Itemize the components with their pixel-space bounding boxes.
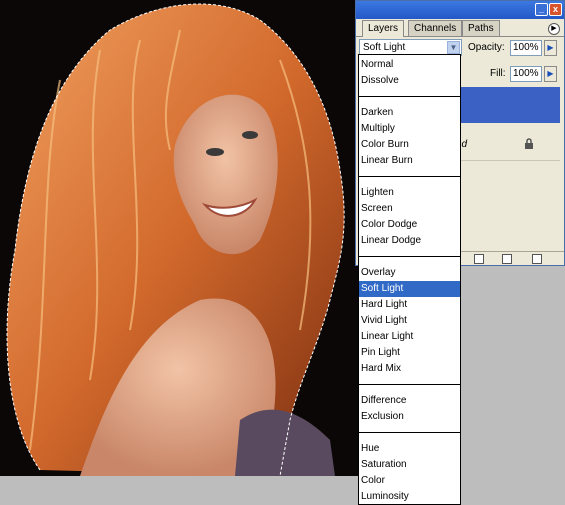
dropdown-separator (359, 256, 460, 257)
blend-mode-option[interactable]: Screen (359, 201, 460, 217)
blend-mode-option[interactable]: Lighten (359, 185, 460, 201)
blend-mode-option[interactable]: Luminosity (359, 489, 460, 504)
layer-row[interactable] (460, 125, 560, 161)
image-canvas[interactable] (0, 0, 358, 476)
tab-layers[interactable]: Layers (362, 20, 405, 37)
blend-mode-dropdown-list: Normal Dissolve Darken Multiply Color Burn Li… (358, 54, 461, 505)
fill-label: Fill: (490, 68, 506, 79)
folder-icon[interactable] (474, 254, 484, 264)
blend-mode-option[interactable]: Color Dodge (359, 217, 460, 233)
opacity-slider-arrow-icon[interactable]: ▶ (544, 40, 557, 56)
blend-mode-option[interactable]: Color Burn (359, 137, 460, 153)
blend-mode-option[interactable]: Hard Mix (359, 361, 460, 377)
dropdown-separator (359, 96, 460, 97)
fill-field[interactable]: 100% (510, 66, 542, 82)
dropdown-separator (359, 176, 460, 177)
blend-mode-option[interactable]: Saturation (359, 457, 460, 473)
blend-mode-option[interactable]: Linear Light (359, 329, 460, 345)
tab-paths[interactable]: Paths (462, 20, 500, 36)
new-layer-icon[interactable] (502, 254, 512, 264)
portrait-photo (0, 0, 358, 476)
lock-icon (525, 138, 533, 149)
palette-footer (460, 251, 564, 265)
blend-mode-option[interactable]: Vivid Light (359, 313, 460, 329)
blend-mode-option[interactable]: Darken (359, 105, 460, 121)
blend-mode-option[interactable]: Hard Light (359, 297, 460, 313)
dropdown-separator (359, 384, 460, 385)
minimize-button[interactable]: _ (535, 3, 548, 16)
blend-mode-option[interactable]: Pin Light (359, 345, 460, 361)
blend-mode-option[interactable]: Dissolve (359, 73, 460, 89)
blend-mode-value: Soft Light (363, 42, 406, 53)
blend-mode-option[interactable]: Linear Burn (359, 153, 460, 169)
blend-mode-option[interactable]: Difference (359, 393, 460, 409)
blend-mode-option[interactable]: Color (359, 473, 460, 489)
dropdown-separator (359, 432, 460, 433)
tab-channels[interactable]: Channels (408, 20, 463, 36)
workspace-background (0, 476, 565, 505)
flyout-triangle-icon[interactable]: ▶ (548, 23, 560, 35)
opacity-label: Opacity: (468, 42, 505, 53)
layer-row-selected[interactable] (460, 87, 560, 123)
blend-mode-option[interactable]: Soft Light (359, 281, 460, 297)
blend-mode-option[interactable]: Overlay (359, 265, 460, 281)
fill-slider-arrow-icon[interactable]: ▶ (544, 66, 557, 82)
palette-titlebar[interactable]: _ x (356, 1, 564, 19)
blend-mode-option[interactable]: Normal (359, 57, 460, 73)
trash-icon[interactable] (532, 254, 542, 264)
blend-mode-option[interactable]: Hue (359, 441, 460, 457)
close-button[interactable]: x (549, 3, 562, 16)
opacity-field[interactable]: 100% (510, 40, 542, 56)
blend-mode-option[interactable]: Exclusion (359, 409, 460, 425)
chevron-down-icon[interactable]: ▼ (447, 41, 460, 54)
blend-mode-option[interactable]: Linear Dodge (359, 233, 460, 249)
blend-mode-option[interactable]: Multiply (359, 121, 460, 137)
